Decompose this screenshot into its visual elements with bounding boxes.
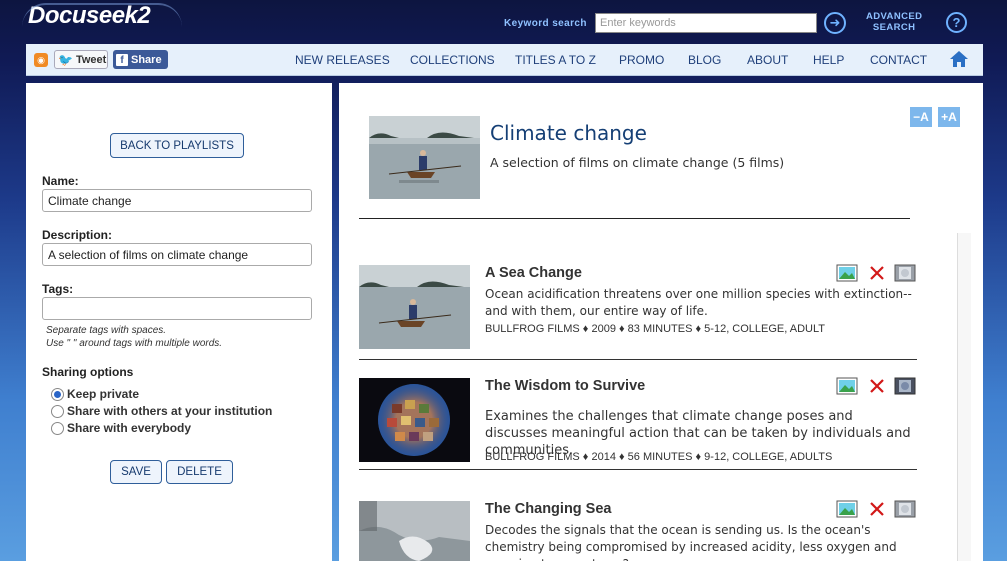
rss-icon[interactable]: ◉ xyxy=(34,53,48,67)
decrease-font-size-button[interactable]: −A xyxy=(910,107,932,127)
description-field[interactable] xyxy=(42,243,312,266)
tweet-label: Tweet xyxy=(75,53,107,66)
nav-new-releases[interactable]: NEW RELEASES xyxy=(295,53,390,67)
film-title[interactable]: A Sea Change xyxy=(485,265,582,281)
share-label: Share xyxy=(131,53,162,66)
nav-bar: ◉ 🐦 Tweet f Share NEW RELEASES COLLECTIO… xyxy=(26,44,983,76)
twitter-bird-icon: 🐦 xyxy=(58,52,73,67)
name-field[interactable] xyxy=(42,189,312,212)
remove-icon[interactable] xyxy=(866,500,888,518)
nav-help[interactable]: HELP xyxy=(813,53,844,67)
nav-promo[interactable]: PROMO xyxy=(619,53,664,67)
remove-icon[interactable] xyxy=(866,377,888,395)
keyword-search-label: Keyword search xyxy=(504,18,587,29)
nav-contact[interactable]: CONTACT xyxy=(870,53,927,67)
name-label: Name: xyxy=(42,174,79,188)
film-title[interactable]: The Wisdom to Survive xyxy=(485,378,645,394)
film-reel-icon[interactable] xyxy=(894,377,916,395)
divider xyxy=(359,218,910,219)
nav-about[interactable]: ABOUT xyxy=(747,53,788,67)
tags-field[interactable] xyxy=(42,297,312,320)
playlist-edit-panel: BACK TO PLAYLISTS Name: Description: Tag… xyxy=(26,83,332,561)
film-thumbnail[interactable] xyxy=(359,378,470,462)
radio-button[interactable] xyxy=(51,404,64,418)
tags-hint-1: Separate tags with spaces. xyxy=(46,325,167,336)
playlist-content-panel: Climate change A selection of films on c… xyxy=(339,83,983,561)
save-button[interactable]: SAVE xyxy=(110,460,162,484)
film-description: Ocean acidification threatens over one m… xyxy=(485,287,912,318)
increase-font-size-button[interactable]: +A xyxy=(938,107,960,127)
back-to-playlists-button[interactable]: BACK TO PLAYLISTS xyxy=(110,133,244,158)
facebook-icon: f xyxy=(116,53,128,66)
question-circle-icon[interactable]: ? xyxy=(946,12,967,33)
sharing-option-everybody[interactable]: Share with everybody xyxy=(51,421,191,435)
playlist-description: A selection of films on climate change (… xyxy=(490,155,785,170)
film-reel-icon[interactable] xyxy=(894,264,916,282)
tags-hint-2: Use " " around tags with multiple words. xyxy=(46,338,223,349)
facebook-share-button[interactable]: f Share xyxy=(113,50,168,69)
sharing-option-label: Share with others at your institution xyxy=(67,404,273,418)
film-thumbnail[interactable] xyxy=(359,501,470,561)
film-thumbnail[interactable] xyxy=(359,265,470,349)
sharing-option-label: Keep private xyxy=(67,387,140,401)
image-icon[interactable] xyxy=(836,264,858,282)
film-meta: BULLFROG FILMS ♦ 2014 ♦ 56 MINUTES ♦ 9-1… xyxy=(485,451,833,463)
film-description: Decodes the signals that the ocean is se… xyxy=(485,523,897,561)
delete-button[interactable]: DELETE xyxy=(166,460,233,484)
advanced-search-line2: SEARCH xyxy=(872,22,916,33)
tags-label: Tags: xyxy=(42,282,74,296)
nav-titles-a-to-z[interactable]: TITLES A TO Z xyxy=(515,53,596,67)
image-icon[interactable] xyxy=(836,500,858,518)
home-icon[interactable] xyxy=(950,51,968,67)
sharing-option-private[interactable]: Keep private xyxy=(51,387,139,401)
film-meta: BULLFROG FILMS ♦ 2009 ♦ 83 MINUTES ♦ 5-1… xyxy=(485,323,826,335)
arrow-right-circle-icon[interactable]: ➜ xyxy=(824,12,846,34)
advanced-search-line1: ADVANCED xyxy=(866,11,923,22)
sharing-option-label: Share with everybody xyxy=(67,421,192,435)
docuseek-logo[interactable]: Docuseek2 xyxy=(22,2,182,30)
nav-collections[interactable]: COLLECTIONS xyxy=(410,53,495,67)
advanced-search-link[interactable]: ADVANCED SEARCH xyxy=(866,11,922,33)
remove-icon[interactable] xyxy=(866,264,888,282)
sharing-option-institution[interactable]: Share with others at your institution xyxy=(51,404,272,418)
nav-blog[interactable]: BLOG xyxy=(688,53,721,67)
sharing-options-label: Sharing options xyxy=(42,365,134,379)
divider xyxy=(359,469,917,470)
playlist-cover-image xyxy=(369,116,480,199)
film-title[interactable]: The Changing Sea xyxy=(485,501,612,517)
playlist-title: Climate change xyxy=(490,121,647,145)
radio-button-selected[interactable] xyxy=(51,387,64,401)
keyword-search-input[interactable] xyxy=(595,13,817,33)
description-label: Description: xyxy=(42,228,113,242)
tweet-button[interactable]: 🐦 Tweet xyxy=(54,50,108,69)
film-reel-icon[interactable] xyxy=(894,500,916,518)
vertical-scrollbar[interactable] xyxy=(957,233,971,561)
image-icon[interactable] xyxy=(836,377,858,395)
radio-button[interactable] xyxy=(51,421,64,435)
divider xyxy=(359,359,917,360)
